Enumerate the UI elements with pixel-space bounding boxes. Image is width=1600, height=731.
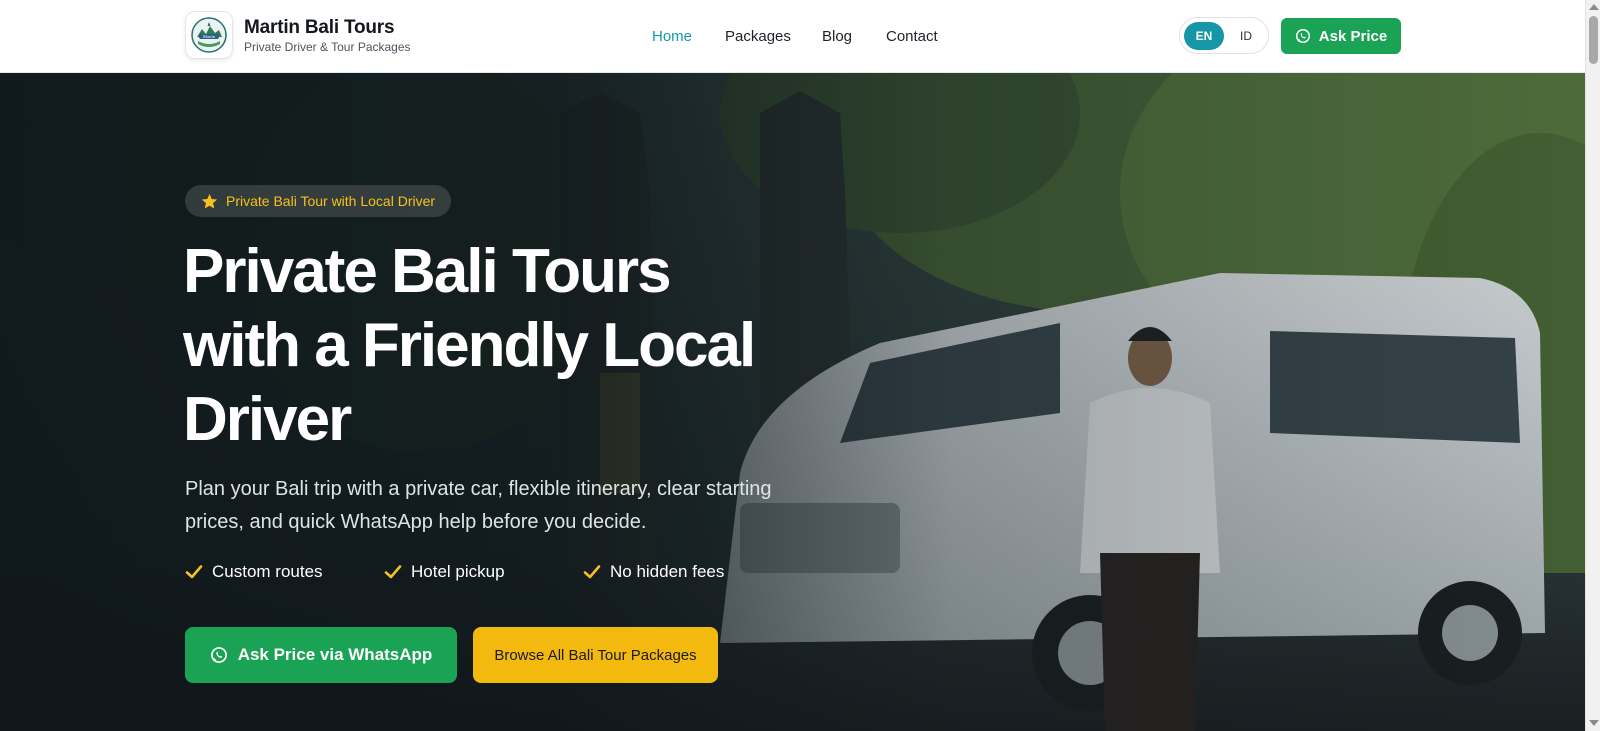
hero-badge-label: Private Bali Tour with Local Driver (226, 193, 436, 209)
check-icon (384, 565, 402, 579)
lang-id-button[interactable]: ID (1226, 22, 1266, 50)
hero-badge: Private Bali Tour with Local Driver (185, 185, 452, 217)
hero-headline-line-2: with a Friendly Local (183, 311, 756, 380)
logo-emblem-icon: Martin (191, 17, 227, 53)
nav-contact[interactable]: Contact (886, 28, 938, 45)
nav-packages[interactable]: Packages (725, 28, 791, 45)
svg-text:Martin: Martin (203, 34, 216, 39)
nav-home[interactable]: Home (652, 28, 692, 45)
scroll-down-arrow-icon[interactable] (1589, 720, 1599, 726)
hero-headline: Private Bali Tours with a Friendly Local… (183, 235, 803, 457)
feature-label: Hotel pickup (411, 562, 505, 581)
scroll-up-arrow-icon[interactable] (1589, 4, 1599, 10)
site-header: Martin Martin Bali Tours Private Driver … (0, 0, 1585, 73)
ask-price-whatsapp-button[interactable]: Ask Price via WhatsApp (185, 627, 457, 683)
feature-no-hidden-fees: No hidden fees (583, 560, 724, 584)
page-scrollbar[interactable] (1585, 0, 1600, 731)
check-icon (185, 565, 203, 579)
ask-price-whatsapp-label: Ask Price via WhatsApp (237, 645, 433, 664)
brand-logo[interactable]: Martin (185, 11, 233, 59)
hero-headline-line-1: Private Bali Tours (183, 237, 672, 306)
check-icon (583, 565, 601, 579)
lang-en-button[interactable]: EN (1184, 22, 1224, 50)
star-icon (201, 193, 218, 209)
scrollbar-thumb[interactable] (1589, 16, 1598, 64)
feature-custom-routes: Custom routes (185, 560, 323, 584)
hero-section: Private Bali Tour with Local Driver Priv… (0, 73, 1585, 731)
ask-price-label: Ask Price (1318, 27, 1388, 45)
nav-blog[interactable]: Blog (822, 28, 852, 45)
feature-label: No hidden fees (610, 562, 725, 581)
feature-hotel-pickup: Hotel pickup (384, 560, 505, 584)
hero-headline-line-3: Driver (183, 385, 352, 454)
whatsapp-icon (210, 647, 227, 663)
browse-packages-button[interactable]: Browse All Bali Tour Packages (473, 627, 718, 683)
feature-label: Custom routes (212, 562, 323, 581)
hero-description: Plan your Bali trip with a private car, … (185, 478, 772, 533)
brand-subtitle: Private Driver & Tour Packages (244, 40, 411, 54)
whatsapp-icon (1295, 28, 1310, 44)
language-switcher: EN ID (1179, 17, 1269, 54)
brand-title[interactable]: Martin Bali Tours (244, 17, 395, 39)
ask-price-button[interactable]: Ask Price (1281, 18, 1401, 54)
